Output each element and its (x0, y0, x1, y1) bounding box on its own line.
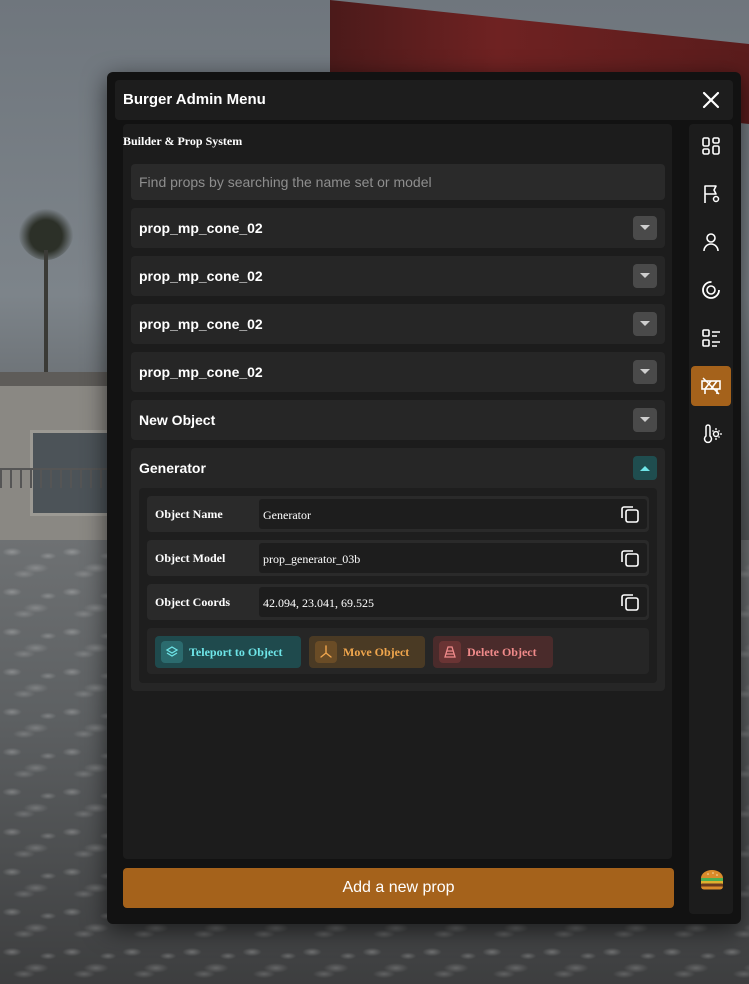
object-name-row: Object Name Generator (147, 496, 649, 532)
object-actions: Teleport to Object Move Object Delete Ob… (147, 628, 649, 674)
prop-details: Object Name Generator Object Model prop_… (139, 488, 657, 683)
prop-item-label: prop_mp_cone_02 (139, 316, 263, 332)
expand-button[interactable] (633, 312, 657, 336)
weather-icon (703, 424, 722, 444)
menu-title: Burger Admin Menu (123, 91, 266, 108)
copy-object-name-button[interactable] (619, 503, 641, 525)
copy-icon (621, 506, 639, 523)
builder-content: Builder & Prop System prop_mp_cone_02 pr… (123, 124, 672, 859)
close-button[interactable] (699, 88, 723, 112)
background-building (0, 372, 112, 540)
object-name-label: Object Name (155, 507, 223, 521)
nav-dashboard[interactable] (691, 126, 731, 166)
user-icon (703, 233, 719, 252)
chevron-down-icon (640, 225, 650, 230)
road-barrier-icon (701, 377, 721, 395)
list-icon (702, 329, 720, 347)
delete-label: Delete Object (467, 644, 537, 659)
add-prop-button[interactable]: Add a new prop (123, 868, 674, 908)
flag-marker-icon (704, 185, 720, 203)
expand-button[interactable] (633, 408, 657, 432)
teleport-button[interactable]: Teleport to Object (155, 636, 301, 668)
collapse-button[interactable] (633, 456, 657, 480)
chevron-down-icon (640, 369, 650, 374)
nav-refresh[interactable] (691, 270, 731, 310)
prop-item-label: prop_mp_cone_02 (139, 364, 263, 380)
sidebar (689, 124, 733, 914)
refresh-circle-icon (702, 281, 720, 299)
delete-button[interactable]: Delete Object (433, 636, 553, 668)
object-model-field: prop_generator_03b (259, 543, 647, 573)
selected-prop-header[interactable]: Generator (131, 448, 665, 488)
close-icon (702, 91, 720, 109)
object-coords-row: Object Coords 42.094, 23.041, 69.525 (147, 584, 649, 620)
object-model-value: prop_generator_03b (263, 552, 361, 566)
object-coords-field: 42.094, 23.041, 69.525 (259, 587, 647, 617)
prop-item[interactable]: prop_mp_cone_02 (131, 256, 665, 296)
search-box (131, 164, 665, 200)
copy-icon (621, 550, 639, 567)
chevron-down-icon (640, 417, 650, 422)
selected-prop-panel: Generator Object Name Generator Object M… (131, 448, 665, 691)
nav-builder[interactable] (691, 366, 731, 406)
admin-menu-panel: Burger Admin Menu Builder & Prop System … (107, 72, 741, 924)
object-coords-label: Object Coords (155, 595, 230, 609)
expand-button[interactable] (633, 360, 657, 384)
selected-prop-label: Generator (139, 460, 206, 476)
chevron-down-icon (640, 273, 650, 278)
copy-object-model-button[interactable] (619, 547, 641, 569)
expand-button[interactable] (633, 264, 657, 288)
object-name-value: Generator (263, 508, 311, 522)
nav-list[interactable] (691, 318, 731, 358)
nav-players[interactable] (691, 222, 731, 262)
teleport-label: Teleport to Object (189, 644, 283, 659)
prop-item[interactable]: prop_mp_cone_02 (131, 352, 665, 392)
copy-object-coords-button[interactable] (619, 591, 641, 613)
prop-item-label: New Object (139, 412, 216, 428)
chevron-up-icon (640, 466, 650, 471)
object-coords-value: 42.094, 23.041, 69.525 (263, 596, 374, 610)
prop-item[interactable]: New Object (131, 400, 665, 440)
object-model-label: Object Model (155, 551, 226, 565)
object-name-field: Generator (259, 499, 647, 529)
menu-header: Burger Admin Menu (115, 80, 733, 120)
prop-item-label: prop_mp_cone_02 (139, 268, 263, 284)
copy-icon (621, 594, 639, 611)
background-fence (0, 468, 110, 488)
object-model-row: Object Model prop_generator_03b (147, 540, 649, 576)
move-label: Move Object (343, 644, 410, 659)
delete-cone-icon (439, 641, 461, 663)
move-axis-icon (315, 641, 337, 663)
expand-button[interactable] (633, 216, 657, 240)
burger-logo-icon (699, 868, 725, 892)
prop-item-label: prop_mp_cone_02 (139, 220, 263, 236)
chevron-down-icon (640, 321, 650, 326)
nav-locations[interactable] (691, 174, 731, 214)
section-title: Builder & Prop System (123, 134, 243, 148)
search-input[interactable] (131, 164, 665, 200)
prop-item[interactable]: prop_mp_cone_02 (131, 208, 665, 248)
nav-weather[interactable] (691, 414, 731, 454)
background-roof (0, 372, 110, 386)
teleport-icon (161, 641, 183, 663)
move-button[interactable]: Move Object (309, 636, 425, 668)
dashboard-icon (702, 137, 720, 155)
prop-item[interactable]: prop_mp_cone_02 (131, 304, 665, 344)
